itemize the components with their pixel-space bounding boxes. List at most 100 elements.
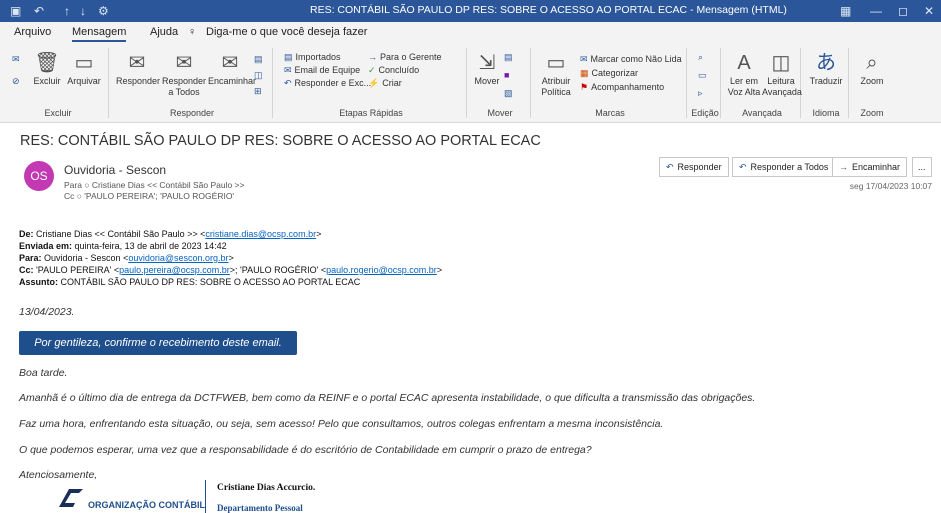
acompanhamento-label: Acompanhamento — [591, 82, 665, 92]
header-assunto: Assunto: CONTÁBIL SÃO PAULO DP RES: SOBR… — [19, 277, 360, 287]
group-label-idioma: Idioma — [812, 108, 840, 118]
encaminhar-label: Encaminhar — [208, 76, 257, 86]
encaminhar-button[interactable]: → Encaminhar — [832, 157, 908, 177]
down-arrow-icon[interactable]: ↓ — [80, 2, 86, 20]
quickstep-label: Para o Gerente — [380, 52, 442, 62]
ribbon-encaminhar-button[interactable]: ✉ Encaminhar — [208, 50, 256, 87]
quickstep-responder-exc[interactable]: ↶ Responder e Exc... — [284, 78, 371, 89]
categorizar-button[interactable]: ▦ Categorizar — [580, 68, 638, 79]
responder-todos-label: Responder a Todos — [162, 76, 207, 97]
quickstep-concluido[interactable]: ✓ Concluído — [368, 65, 419, 76]
group-marcas: ▭ Atribuir Política ✉ Marcar como Não Lida… — [534, 48, 687, 118]
marcar-nao-lida-button[interactable]: ✉ Marcar como Não Lida — [580, 54, 682, 65]
cc2-email-link[interactable]: paulo.rogerio@ocsp.com.br — [326, 265, 437, 275]
group-zoom: ⌕ Zoom Zoom — [852, 48, 892, 118]
marcar-label: Marcar como Não Lida — [590, 54, 682, 64]
more-actions-button[interactable]: ... — [912, 157, 932, 177]
responder-action-label: Responder — [677, 162, 722, 172]
translate-icon: あ — [816, 52, 836, 74]
group-label-zoom: Zoom — [860, 108, 884, 118]
cc1-email-link[interactable]: paulo.pereira@ocsp.com.br — [119, 265, 230, 275]
forward-icon: → — [839, 162, 848, 172]
related-icon[interactable]: ▭ — [698, 70, 710, 81]
de-email-link[interactable]: cristiane.dias@ocsp.com.br — [205, 229, 316, 239]
sender-name[interactable]: Ouvidoria - Sescon — [64, 163, 166, 177]
quickstep-gerente[interactable]: → Para o Gerente — [368, 52, 442, 62]
move-folder-icon: ⇲ — [478, 52, 496, 74]
meeting-icon[interactable]: ▤ — [254, 54, 266, 65]
quickstep-importados[interactable]: ▤ Importados — [284, 52, 341, 63]
group-etapas: ▤ Importados ✉ Email de Equipe ↶ Responder … — [276, 48, 467, 118]
more-icon: ... — [918, 162, 926, 172]
organization-logo — [59, 489, 83, 507]
mover-label: Mover — [474, 76, 500, 86]
actions-icon[interactable]: ▧ — [504, 88, 516, 99]
confirm-receipt-banner[interactable]: Por gentileza, confirme o recebimento de… — [19, 331, 297, 355]
quickstep-email-equipe[interactable]: ✉ Email de Equipe — [284, 65, 360, 76]
onenote-icon[interactable]: ■ — [504, 70, 512, 80]
message-date: seg 17/04/2023 10:07 — [849, 181, 932, 191]
responder-button[interactable]: ↶ Responder — [659, 157, 729, 177]
immersive-reader-icon: ◫ — [771, 52, 791, 74]
group-idioma: あ Traduzir Idioma — [804, 48, 849, 118]
quickstep-criar[interactable]: ⚡ Criar — [368, 78, 402, 89]
encaminhar-action-label: Encaminhar — [852, 162, 901, 172]
group-responder: ✉ Responder ✉ Responder a Todos ✉ Encaminha… — [112, 48, 273, 118]
presence-icon: ○ — [76, 191, 82, 201]
atribuir-politica-button[interactable]: ▭ Atribuir Política — [536, 50, 576, 98]
group-label-edicao: Edição — [691, 108, 719, 118]
signature-dept: Departamento Pessoal — [217, 503, 303, 513]
rules-icon[interactable]: ▤ — [504, 52, 516, 63]
leitura-avancada-button[interactable]: ◫ Leitura Avançada — [762, 50, 802, 98]
customize-icon[interactable]: ⚙ — [98, 2, 109, 20]
save-icon[interactable]: ▣ — [10, 2, 21, 20]
excluir-button[interactable]: 🗑 Excluir — [30, 50, 64, 87]
cc-end: > — [436, 265, 443, 275]
ribbon-responder-button[interactable]: ✉ Responder — [116, 50, 160, 87]
ler-voz-alta-button[interactable]: A Ler em Voz Alta — [726, 50, 762, 98]
arquivar-button[interactable]: ▭ Arquivar — [64, 50, 104, 87]
read-aloud-icon: A — [737, 52, 751, 74]
close-icon[interactable]: ✕ — [924, 2, 934, 20]
group-label-excluir: Excluir — [44, 108, 72, 118]
tell-me-input[interactable]: Diga-me o que você deseja fazer — [206, 26, 367, 38]
minimize-icon[interactable]: — — [870, 2, 882, 20]
junk-icon[interactable]: ⊘ — [12, 76, 23, 87]
presence-icon: ○ — [84, 180, 90, 190]
undo-icon[interactable]: ↶ — [34, 2, 44, 20]
menu-ajuda[interactable]: Ajuda — [150, 26, 178, 38]
para-value: Ouvidoria - Sescon < — [44, 253, 129, 263]
traduzir-button[interactable]: あ Traduzir — [806, 50, 846, 87]
menu-arquivo[interactable]: Arquivo — [14, 26, 51, 38]
body-closing: Atenciosamente, — [19, 469, 98, 481]
ignore-icon[interactable]: ✉ — [12, 54, 23, 65]
cc-recipients[interactable]: 'PAULO PEREIRA'; 'PAULO ROGÉRIO' — [84, 191, 234, 201]
menu-mensagem[interactable]: Mensagem — [72, 26, 127, 42]
ribbon: ✉ ⊘ 🗑 Excluir ▭ Arquivar Excluir ✉ Responde… — [0, 44, 941, 123]
assunto-value: CONTÁBIL SÃO PAULO DP RES: SOBRE O ACESS… — [60, 277, 361, 287]
up-arrow-icon[interactable]: ↑ — [64, 2, 70, 20]
to-label: Para — [64, 180, 82, 190]
ribbon-display-icon[interactable]: ▦ — [840, 2, 851, 20]
search-icon[interactable]: ⌕ — [698, 52, 706, 63]
responder-todos-button[interactable]: ↶ Responder a Todos — [732, 157, 836, 177]
select-icon[interactable]: ▹ — [698, 88, 706, 99]
ler-label: Ler em Voz Alta — [727, 76, 761, 97]
zoom-button[interactable]: ⌕ Zoom — [854, 50, 890, 87]
acompanhamento-button[interactable]: ⚑ Acompanhamento — [580, 82, 664, 93]
para-email-link[interactable]: ouvidoria@sescon.org.br — [128, 253, 228, 263]
body-date: 13/04/2023. — [19, 306, 75, 318]
forward-icon: ✉ — [221, 52, 239, 74]
quickstep-label: Importados — [295, 52, 341, 62]
group-mover: ⇲ Mover ▤ ■ ▧ Mover — [470, 48, 531, 118]
to-recipient[interactable]: Cristiane Dias << Contábil São Paulo >> — [92, 180, 245, 190]
group-excluir: ✉ ⊘ 🗑 Excluir ▭ Arquivar Excluir — [8, 48, 109, 118]
ribbon-responder-todos-button[interactable]: ✉ Responder a Todos — [162, 50, 206, 98]
para-end: > — [228, 253, 234, 263]
mover-button[interactable]: ⇲ Mover — [472, 50, 502, 87]
restore-icon[interactable]: ◻ — [898, 2, 908, 20]
more-respond-icon[interactable]: ⊞ — [254, 86, 265, 97]
im-icon[interactable]: ◫ — [254, 70, 266, 81]
header-para: Para: Ouvidoria - Sescon <ouvidoria@sesc… — [19, 253, 234, 263]
avatar[interactable]: OS — [24, 161, 54, 191]
